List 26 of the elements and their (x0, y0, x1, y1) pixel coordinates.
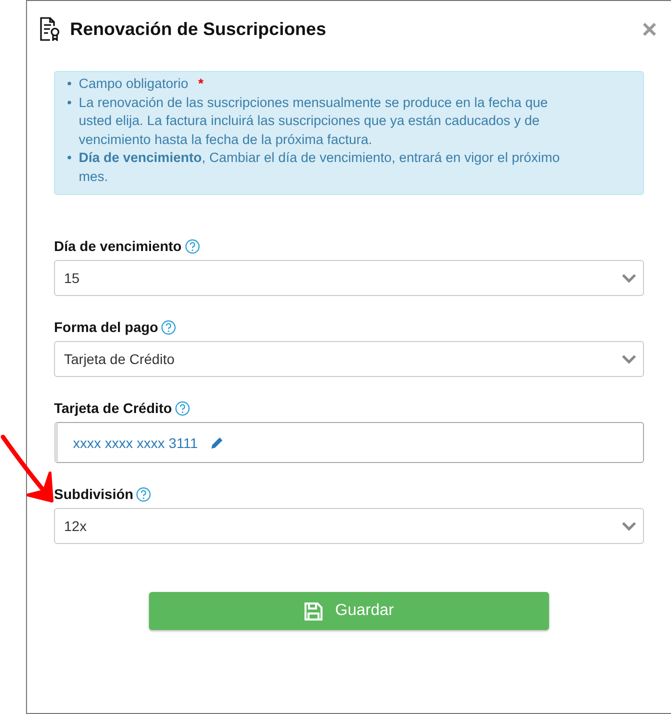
help-icon[interactable] (175, 400, 190, 416)
field-label: Forma del pago (54, 319, 158, 335)
pencil-icon[interactable] (210, 436, 224, 450)
bullet: • (67, 149, 72, 167)
card-number: xxxx xxxx xxxx 3111 (73, 434, 198, 450)
info-text: Campo obligatorio (78, 75, 188, 93)
chevron-down-icon (621, 520, 637, 532)
annotation-arrow (0, 434, 54, 502)
bullet: • (67, 75, 72, 93)
select-field[interactable]: 12x (54, 508, 644, 544)
select-field[interactable]: 15 (54, 260, 644, 296)
help-icon[interactable] (136, 486, 152, 502)
select-field[interactable]: Tarjeta de Crédito (54, 341, 644, 377)
bullet: • (67, 94, 72, 112)
info-text: Día de vencimiento, Cambiar el día de vencimiento, entrará en vigor el próximo mes. (78, 149, 561, 186)
chevron-down-icon (621, 272, 637, 284)
dialog-title: Renovación de Suscripciones (70, 18, 328, 40)
field-label: Subdivisión (54, 486, 134, 502)
required-mark: * (198, 75, 204, 93)
help-icon[interactable] (161, 320, 176, 334)
field-label: Tarjeta de Crédito (54, 400, 172, 416)
field-label: Día de vencimiento (54, 238, 182, 254)
help-icon[interactable] (184, 238, 200, 254)
info-text: La renovación de las suscripciones mensualmente se produce en la fecha que usted elija. La factura incluirá las suscripciones que ya están caducados y de vencimiento hasta la fecha de la próxima factura. (78, 94, 549, 149)
chevron-down-icon (621, 353, 637, 365)
certificate-document-icon (39, 17, 61, 41)
